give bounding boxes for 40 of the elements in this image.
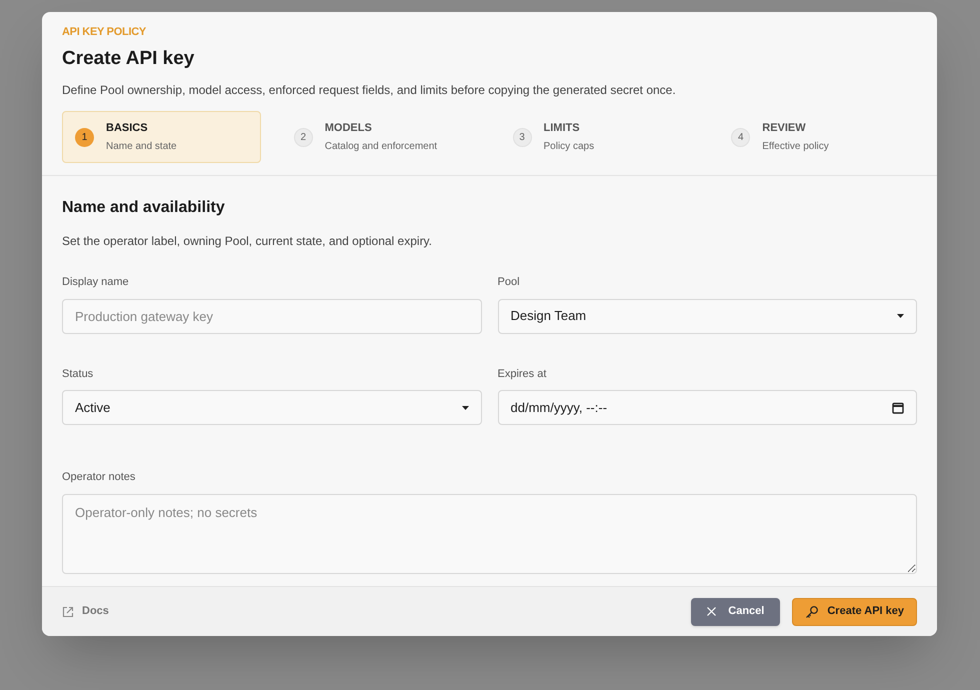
key-icon [805, 604, 820, 618]
dropdown-field[interactable]: Design Team [498, 298, 917, 334]
step-number: 1 [75, 128, 94, 146]
step-label: MODELS [324, 120, 373, 136]
step-sublabel: Policy caps [544, 140, 594, 154]
dialog-title: Create API key [62, 46, 196, 70]
step-label: REVIEW [762, 120, 807, 136]
step-tab[interactable]: 3 LIMITS Policy caps [500, 111, 698, 163]
cancel-button[interactable]: Cancel [691, 598, 780, 626]
text-input-field[interactable]: Production gateway key [62, 298, 482, 334]
step-number: 3 [512, 128, 532, 146]
notes-text-area[interactable]: Operator-only notes; no secrets [62, 494, 917, 574]
dialog-description: Define Pool ownership, model access, enforced request fields, and limits before copying the generated secret once. [62, 82, 677, 99]
field-label: Operator notes [62, 470, 136, 485]
dialog-eyebrow: API KEY POLICY [62, 25, 147, 40]
field-label: Display name [62, 275, 130, 290]
create-api-key-button[interactable]: Create API key [792, 598, 917, 626]
calendar-icon [892, 402, 904, 414]
step-sublabel: Name and state [106, 140, 177, 154]
close-icon [707, 607, 716, 616]
step-tab[interactable]: 2 MODELS Catalog and enforcement [280, 111, 480, 163]
field-label: Pool [498, 275, 521, 290]
field-label: Expires at [498, 366, 548, 382]
step-sublabel: Effective policy [762, 140, 829, 154]
date-time-field[interactable]: dd/mm/yyyy, --:-- [498, 390, 917, 425]
step-tab[interactable]: 4 REVIEW Effective policy [718, 111, 917, 163]
dropdown-caret-icon [897, 314, 904, 318]
step-number: 4 [731, 128, 750, 146]
field-label: Status [62, 366, 94, 382]
step-label: LIMITS [544, 120, 581, 136]
step-label: BASICS [106, 120, 149, 136]
section-title: Name and availability [62, 198, 226, 218]
step-tab[interactable]: 1 BASICS Name and state [62, 111, 261, 163]
dropdown-field[interactable]: Active [62, 390, 482, 425]
section-description: Set the operator label, owning Pool, current state, and optional expiry. [62, 233, 434, 250]
dropdown-caret-icon [462, 406, 468, 410]
external-link-icon [62, 606, 74, 618]
step-number: 2 [294, 128, 313, 146]
step-sublabel: Catalog and enforcement [324, 140, 438, 154]
docs-link[interactable]: Docs [62, 603, 109, 620]
